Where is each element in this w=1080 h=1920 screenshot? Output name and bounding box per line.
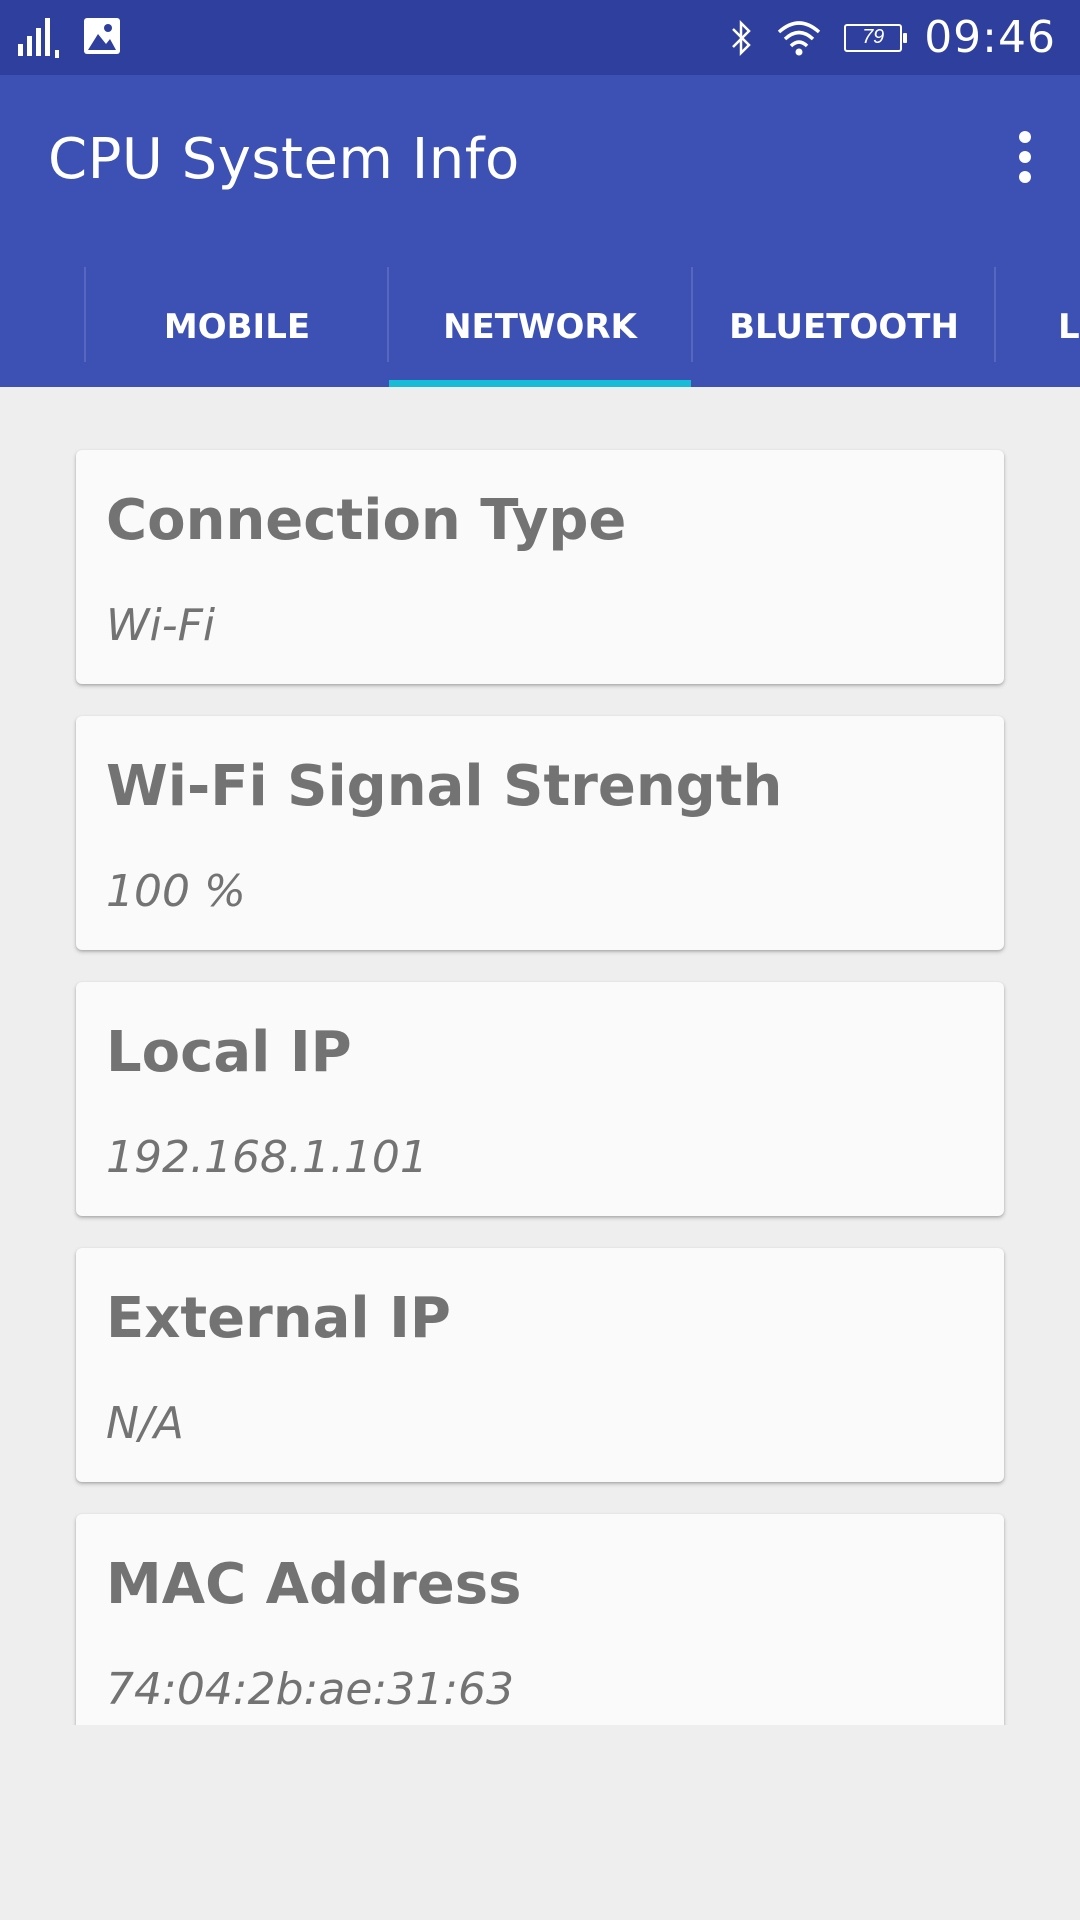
overflow-menu-button[interactable] <box>1000 127 1050 187</box>
card-local-ip: Local IP 192.168.1.101 <box>76 982 1004 1216</box>
app-title: CPU System Info <box>48 127 520 192</box>
card-mac-address: MAC Address 74:04:2b:ae:31:63 <box>76 1514 1004 1725</box>
network-info-list[interactable]: Connection Type Wi-Fi Wi-Fi Signal Stren… <box>0 387 1080 1725</box>
card-wifi-signal-strength: Wi-Fi Signal Strength 100 % <box>76 716 1004 950</box>
card-value: 192.168.1.101 <box>106 1132 428 1183</box>
status-right-icons: 79 09:46 <box>708 0 1056 75</box>
status-clock: 09:46 <box>924 12 1056 63</box>
tab-partial-left[interactable]: S <box>0 267 85 387</box>
card-title: Wi-Fi Signal Strength <box>106 754 783 819</box>
battery-level: 79 <box>862 26 885 48</box>
status-bar: 79 09:46 <box>0 0 1080 75</box>
bluetooth-icon <box>732 19 751 56</box>
tab-selected-indicator <box>389 380 691 387</box>
tab-bar: S MOBILE NETWORK BLUETOOTH L <box>0 267 1080 387</box>
card-connection-type: Connection Type Wi-Fi <box>76 450 1004 684</box>
tab-bluetooth[interactable]: BLUETOOTH <box>693 267 995 387</box>
tab-mobile[interactable]: MOBILE <box>86 267 388 387</box>
overflow-menu-icon <box>1019 131 1031 143</box>
app-bar: CPU System Info <box>0 75 1080 267</box>
tab-network[interactable]: NETWORK <box>389 267 691 387</box>
card-title: Local IP <box>106 1020 352 1085</box>
tab-partial-right[interactable]: L <box>996 267 1080 387</box>
card-value: 74:04:2b:ae:31:63 <box>106 1664 515 1715</box>
status-left-icons <box>18 14 122 58</box>
image-icon <box>84 18 120 54</box>
card-title: MAC Address <box>106 1552 522 1617</box>
signal-icon <box>18 18 59 58</box>
card-title: External IP <box>106 1286 451 1351</box>
overflow-menu-dot <box>1019 171 1031 183</box>
card-value: 100 % <box>106 866 246 917</box>
card-title: Connection Type <box>106 488 627 553</box>
card-value: N/A <box>106 1398 184 1449</box>
card-external-ip: External IP N/A <box>76 1248 1004 1482</box>
wifi-icon <box>778 20 821 55</box>
battery-icon: 79 <box>844 23 908 52</box>
card-value: Wi-Fi <box>106 600 216 651</box>
overflow-menu-dot <box>1019 151 1031 163</box>
